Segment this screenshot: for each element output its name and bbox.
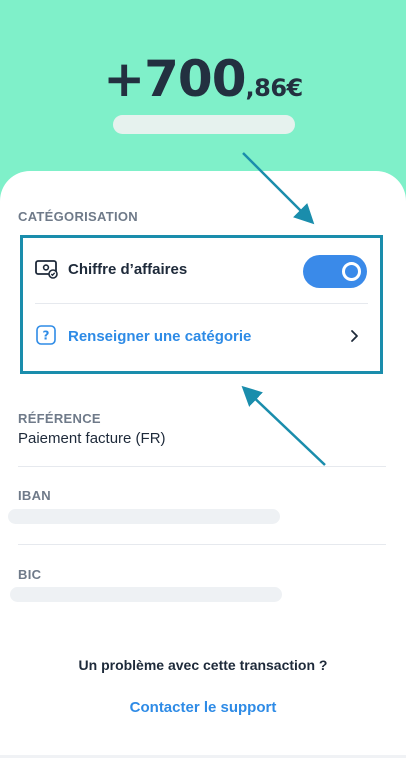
toggle-knob [342, 262, 361, 281]
transaction-header: +700,86€ [0, 0, 406, 200]
iban-value-placeholder [8, 509, 280, 524]
iban-label: IBAN [18, 488, 51, 503]
amount-cents: ,86€ [245, 74, 304, 102]
divider [18, 466, 386, 467]
reference-value: Paiement facture (FR) [18, 430, 166, 447]
chevron-right-icon [351, 330, 358, 342]
counterparty-placeholder [113, 115, 295, 134]
divider [18, 544, 386, 545]
bic-label: BIC [18, 567, 42, 582]
set-category-button[interactable]: ? Renseigner une catégorie [23, 304, 380, 371]
categorisation-highlight-box: Chiffre d’affaires ? Renseigner une caté… [20, 235, 383, 374]
bic-value-placeholder [10, 587, 282, 602]
transaction-details-card: CATÉGORISATION Chiffre d’affaires ? Rens… [0, 171, 406, 758]
money-bill-icon [35, 260, 58, 279]
amount-main: +700 [103, 50, 246, 108]
contact-support-link[interactable]: Contacter le support [0, 699, 406, 716]
revenue-row: Chiffre d’affaires [23, 238, 380, 303]
categorisation-label: CATÉGORISATION [18, 209, 138, 224]
revenue-toggle[interactable] [303, 255, 367, 288]
question-mark-icon: ? [36, 325, 56, 345]
set-category-label: Renseigner une catégorie [68, 328, 252, 345]
problem-question: Un problème avec cette transaction ? [78, 657, 328, 673]
transaction-amount: +700,86€ [0, 50, 406, 108]
reference-label: RÉFÉRENCE [18, 411, 101, 426]
svg-text:?: ? [43, 329, 50, 343]
revenue-label: Chiffre d’affaires [68, 261, 188, 278]
